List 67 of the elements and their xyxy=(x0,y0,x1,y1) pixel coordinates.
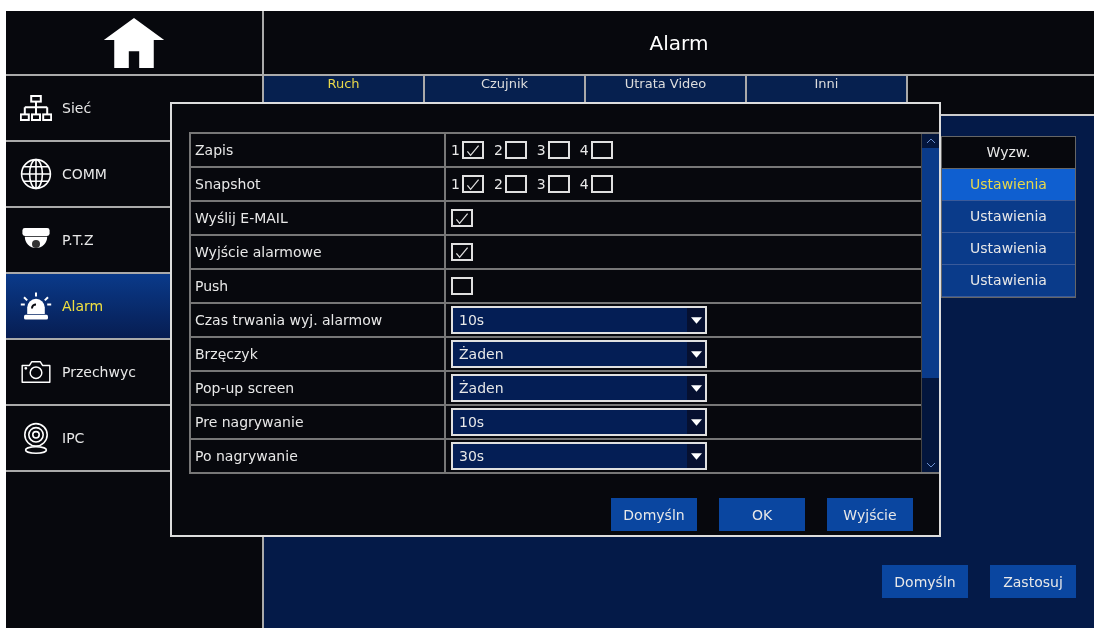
setting-label: Wyjście alarmowe xyxy=(191,236,446,268)
page-title: Alarm xyxy=(649,30,709,55)
dialog-button[interactable]: Wyjście xyxy=(827,498,913,531)
sidebar-label: Przechwyc xyxy=(62,364,136,380)
dropdown[interactable]: 10s xyxy=(451,408,707,436)
sidebar-label: IPC xyxy=(62,430,85,446)
setting-label: Pre nagrywanie xyxy=(191,406,446,438)
setting-label: Wyślij E-MAIL xyxy=(191,202,446,234)
sidebar-label: Sieć xyxy=(62,100,92,116)
channel-number: 2 xyxy=(493,142,503,158)
sidebar-label: Alarm xyxy=(62,298,104,314)
siren-icon xyxy=(20,290,52,322)
caret-icon xyxy=(690,316,702,324)
channel-number: 1 xyxy=(451,176,460,192)
caret-icon xyxy=(690,418,702,426)
checkbox[interactable] xyxy=(451,277,473,295)
settings-link[interactable]: Ustawienia xyxy=(942,169,1075,201)
channel-number: 4 xyxy=(579,176,589,192)
channel-number: 2 xyxy=(493,176,503,192)
checkbox[interactable] xyxy=(451,209,473,227)
setting-label: Zapis xyxy=(191,134,446,166)
scrollbar[interactable] xyxy=(921,134,939,472)
tab[interactable]: Utrata Video xyxy=(586,76,747,102)
dialog-button[interactable]: Domyśln xyxy=(611,498,697,531)
network-icon xyxy=(20,92,52,124)
checkbox[interactable] xyxy=(547,175,570,193)
checkbox[interactable] xyxy=(461,175,484,193)
caret-icon xyxy=(690,384,702,392)
checkbox[interactable] xyxy=(504,141,527,159)
tab[interactable]: Inni xyxy=(747,76,908,102)
tab[interactable]: Ruch xyxy=(264,76,425,102)
setting-label: Pop-up screen xyxy=(191,372,446,404)
dropdown[interactable]: 30s xyxy=(451,442,707,470)
dropdown[interactable]: Żaden xyxy=(451,340,707,368)
checkbox[interactable] xyxy=(451,243,473,261)
checkbox[interactable] xyxy=(461,141,484,159)
home-icon[interactable] xyxy=(101,16,167,69)
dropdown[interactable]: Żaden xyxy=(451,374,707,402)
dropdown[interactable]: 10s xyxy=(451,306,707,334)
checkbox[interactable] xyxy=(590,175,613,193)
sidebar-label: COMM xyxy=(62,166,107,182)
setting-label: Po nagrywanie xyxy=(191,440,446,472)
footer-button[interactable]: Zastosuj xyxy=(990,565,1076,598)
checkbox[interactable] xyxy=(590,141,613,159)
column-header: Wyzw. xyxy=(942,137,1075,169)
channel-number: 3 xyxy=(536,176,546,192)
setting-label: Brzęczyk xyxy=(191,338,446,370)
setting-label: Push xyxy=(191,270,446,302)
settings-link[interactable]: Ustawienia xyxy=(942,265,1075,297)
caret-icon xyxy=(690,350,702,358)
setting-label: Snapshot xyxy=(191,168,446,200)
globe-icon xyxy=(20,158,52,190)
checkbox[interactable] xyxy=(504,175,527,193)
sidebar-label: P.T.Z xyxy=(62,232,94,248)
caret-icon xyxy=(690,452,702,460)
checkbox[interactable] xyxy=(547,141,570,159)
footer-button[interactable]: Domyśln xyxy=(882,565,968,598)
scroll-down-icon[interactable] xyxy=(925,462,936,468)
channel-number: 1 xyxy=(451,142,460,158)
channel-number: 3 xyxy=(536,142,546,158)
settings-link[interactable]: Ustawienia xyxy=(942,201,1075,233)
channel-number: 4 xyxy=(579,142,589,158)
settings-link[interactable]: Ustawienia xyxy=(942,233,1075,265)
dialog-button[interactable]: OK xyxy=(719,498,805,531)
setting-label: Czas trwania wyj. alarmow xyxy=(191,304,446,336)
scroll-up-icon[interactable] xyxy=(925,138,936,144)
tab[interactable]: Czujnik xyxy=(425,76,586,102)
